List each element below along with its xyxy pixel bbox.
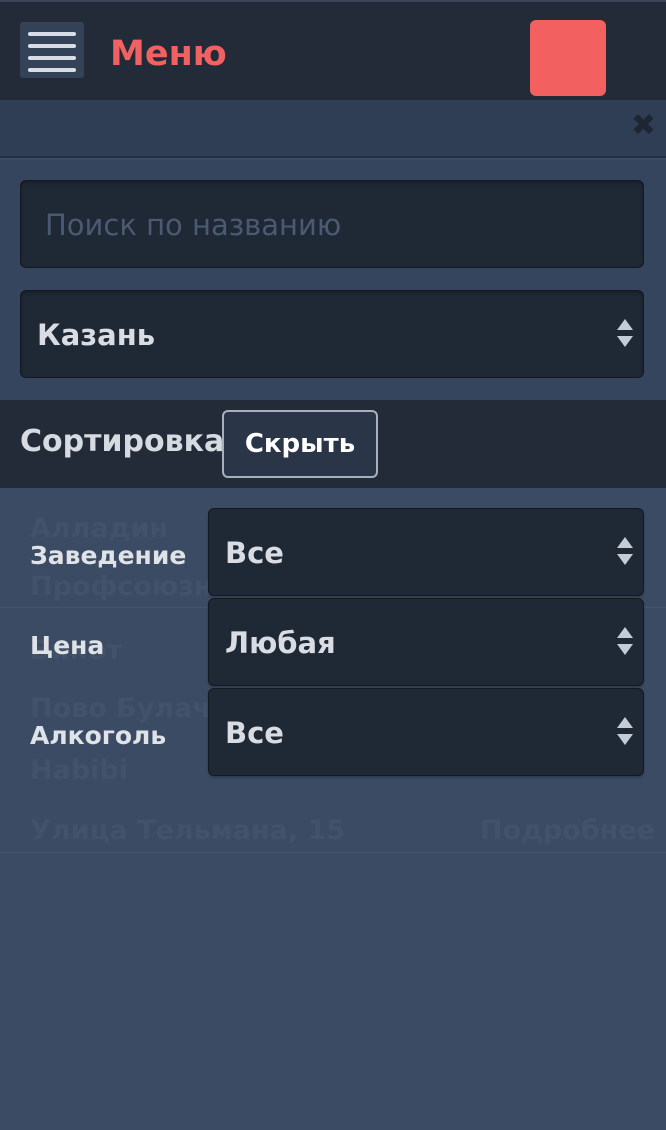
price-value: Любая bbox=[225, 626, 336, 660]
list-divider bbox=[0, 852, 666, 853]
red-action-button[interactable] bbox=[530, 20, 606, 96]
search-placeholder: Поиск по названию bbox=[45, 208, 342, 242]
search-input[interactable]: Поиск по названию bbox=[20, 180, 644, 268]
alcohol-value: Все bbox=[225, 716, 284, 750]
filter-close-strip: ✖ bbox=[0, 100, 666, 158]
list-item-address: Профсоюзн bbox=[30, 571, 213, 602]
filter-panel: Поиск по названию Казань bbox=[0, 160, 666, 400]
select-arrows-icon bbox=[617, 717, 633, 747]
select-arrows-icon bbox=[617, 319, 633, 349]
city-select[interactable]: Казань bbox=[20, 290, 644, 378]
venue-type-select[interactable]: Все bbox=[208, 508, 644, 596]
select-arrows-icon bbox=[617, 627, 633, 657]
sort-label-alcohol: Алкоголь bbox=[30, 721, 167, 750]
hide-sort-button[interactable]: Скрыть bbox=[222, 410, 378, 478]
menu-title[interactable]: Меню bbox=[110, 32, 227, 76]
select-arrows-icon bbox=[617, 537, 633, 567]
city-select-value: Казань bbox=[37, 318, 156, 352]
hamburger-icon bbox=[28, 32, 76, 36]
sort-label-price: Цена bbox=[30, 631, 105, 660]
venue-list: Алладин Профсоюзн Бикот Пово Булачн Habi… bbox=[0, 488, 666, 1130]
sort-label: Сортировка bbox=[20, 424, 225, 459]
details-link[interactable]: Подробнее bbox=[480, 814, 655, 848]
price-select[interactable]: Любая bbox=[208, 598, 644, 686]
hamburger-menu-button[interactable] bbox=[20, 22, 84, 78]
top-bar: Меню bbox=[0, 0, 666, 100]
list-item-name: Habibi bbox=[30, 755, 128, 786]
alcohol-select[interactable]: Все bbox=[208, 688, 644, 776]
sort-bar: Сортировка Скрыть bbox=[0, 400, 666, 488]
close-icon[interactable]: ✖ bbox=[631, 110, 656, 142]
list-item-address: Улица Тельмана, 15 bbox=[30, 815, 346, 846]
sort-label-venue: Заведение bbox=[30, 541, 187, 570]
venue-type-value: Все bbox=[225, 536, 284, 570]
